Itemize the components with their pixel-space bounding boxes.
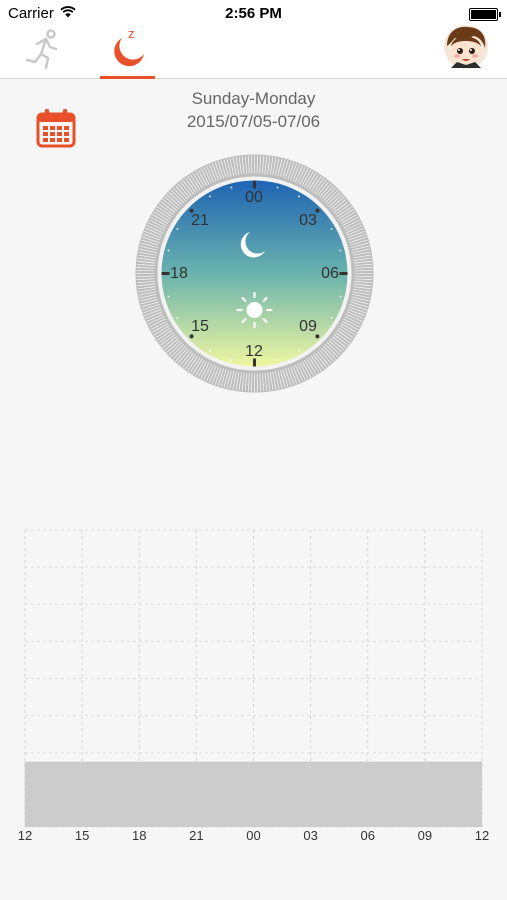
dial-hour-03: 03 — [299, 212, 317, 229]
dial-hour-06: 06 — [321, 265, 339, 282]
sleep-area-series — [25, 761, 482, 827]
dial-hour-00: 00 — [245, 189, 263, 206]
calendar-icon[interactable] — [36, 108, 76, 148]
x-tick-label: 15 — [74, 828, 90, 843]
dial-hour-21: 21 — [191, 212, 209, 229]
dial-hour-18: 18 — [170, 265, 188, 282]
dial-hour-09: 09 — [299, 318, 317, 335]
battery-icon — [469, 8, 501, 21]
svg-text:z: z — [128, 28, 135, 41]
top-nav: z — [0, 25, 507, 79]
active-tab-indicator — [100, 76, 155, 79]
date-header: Sunday-Monday 2015/07/05-07/06 — [0, 87, 507, 133]
tab-sleep[interactable]: z — [100, 26, 156, 79]
x-tick-label: 06 — [360, 828, 375, 843]
day-range-label: Sunday-Monday — [191, 89, 316, 108]
sleep-chart: 12 15 18 21 00 03 06 09 12 — [0, 520, 507, 850]
tab-activity[interactable] — [15, 28, 71, 78]
dial-hour-12: 12 — [245, 343, 263, 360]
x-tick-label: 21 — [189, 828, 204, 843]
sleep-dial: 00 03 06 09 12 15 18 21 — [134, 153, 375, 394]
x-tick-label: 12 — [474, 828, 490, 843]
x-tick-label: 00 — [246, 828, 261, 843]
running-man-icon — [25, 29, 58, 70]
sleep-chart-plot — [24, 529, 483, 828]
dial-hour-15: 15 — [191, 318, 209, 335]
x-tick-label: 18 — [132, 828, 147, 843]
date-range-label: 2015/07/05-07/06 — [186, 112, 321, 131]
x-tick-label: 09 — [417, 828, 433, 843]
avatar[interactable] — [443, 24, 489, 70]
x-tick-label: 12 — [17, 828, 33, 843]
x-tick-label: 03 — [303, 828, 318, 843]
clock-time: 2:56 PM — [225, 5, 282, 22]
status-bar: Carrier 2:56 PM — [0, 0, 507, 28]
moon-sleep-icon: z — [114, 26, 144, 67]
